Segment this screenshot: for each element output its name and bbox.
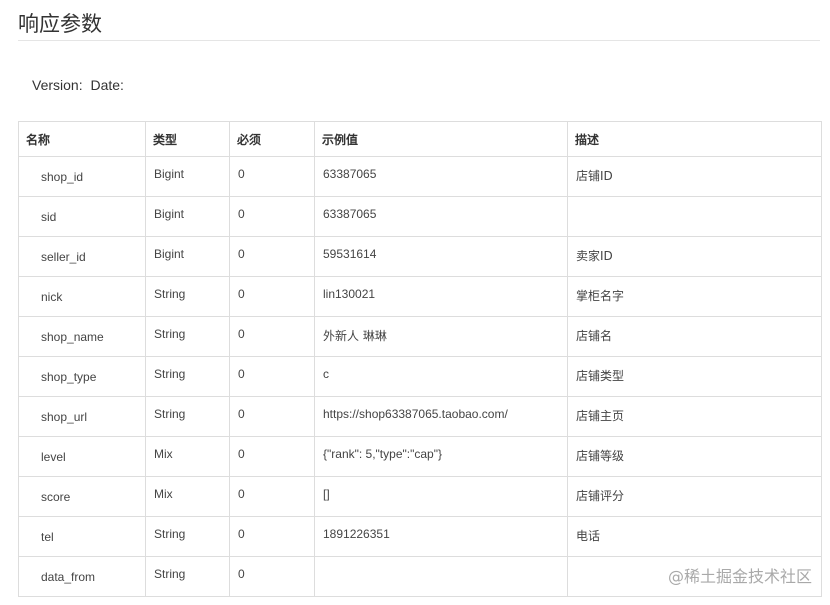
- table-row: shop_id Bigint 0 63387065 店铺ID: [18, 156, 822, 197]
- cell-description: 店铺主页: [567, 396, 822, 437]
- cell-example: 1891226351: [314, 516, 568, 557]
- cell-description: 卖家ID: [567, 236, 822, 277]
- cell-type: Mix: [145, 436, 230, 477]
- cell-example: 59531614: [314, 236, 568, 277]
- cell-example: lin130021: [314, 276, 568, 317]
- watermark: @稀土掘金技术社区: [665, 563, 814, 587]
- cell-name: shop_name: [18, 316, 146, 357]
- cell-example: []: [314, 476, 568, 517]
- cell-description: 掌柜名字: [567, 276, 822, 317]
- cell-description: 电话: [567, 516, 822, 557]
- table-row: sid Bigint 0 63387065: [18, 196, 822, 237]
- cell-type: String: [145, 276, 230, 317]
- cell-name: nick: [18, 276, 146, 317]
- header-example: 示例值: [314, 121, 568, 157]
- cell-description: 店铺ID: [567, 156, 822, 197]
- table-row: tel String 0 1891226351 电话: [18, 516, 822, 557]
- cell-type: String: [145, 316, 230, 357]
- table-row: level Mix 0 {"rank": 5,"type":"cap"} 店铺等级: [18, 436, 822, 477]
- version-label: Version:: [32, 77, 83, 93]
- table-row: nick String 0 lin130021 掌柜名字: [18, 276, 822, 317]
- cell-example: 63387065: [314, 156, 568, 197]
- cell-required: 0: [229, 196, 315, 237]
- table-row: shop_url String 0 https://shop63387065.taob…: [18, 396, 822, 437]
- cell-example: 63387065: [314, 196, 568, 237]
- cell-description: 店铺类型: [567, 356, 822, 397]
- cell-example: [314, 556, 568, 597]
- cell-name: shop_type: [18, 356, 146, 397]
- cell-required: 0: [229, 356, 315, 397]
- header-name: 名称: [18, 121, 146, 157]
- table-row: score Mix 0[] 店铺评分: [18, 476, 822, 517]
- cell-name: tel: [18, 516, 146, 557]
- cell-required: 0: [229, 396, 315, 437]
- cell-required: 0: [229, 316, 315, 357]
- header-description: 描述: [567, 121, 822, 157]
- table-row: shop_type String 0 c 店铺类型: [18, 356, 822, 397]
- cell-name: seller_id: [18, 236, 146, 277]
- version-info: Version: Date:: [32, 77, 124, 93]
- cell-example: c: [314, 356, 568, 397]
- cell-type: Bigint: [145, 156, 230, 197]
- cell-type: Bigint: [145, 196, 230, 237]
- title-divider: [18, 40, 820, 41]
- cell-example: 外新人 琳琳: [314, 316, 568, 357]
- cell-required: 0: [229, 476, 315, 517]
- cell-required: 0: [229, 236, 315, 277]
- header-required: 必须: [229, 121, 315, 157]
- cell-required: 0: [229, 276, 315, 317]
- cell-description: 店铺名: [567, 316, 822, 357]
- cell-name: level: [18, 436, 146, 477]
- cell-type: String: [145, 556, 230, 597]
- cell-description: 店铺评分: [567, 476, 822, 517]
- cell-example: {"rank": 5,"type":"cap"}: [314, 436, 568, 477]
- header-type: 类型: [145, 121, 230, 157]
- cell-name: sid: [18, 196, 146, 237]
- cell-type: String: [145, 396, 230, 437]
- date-label: Date:: [90, 77, 124, 93]
- cell-description: [567, 196, 822, 237]
- cell-required: 0: [229, 516, 315, 557]
- cell-name: shop_url: [18, 396, 146, 437]
- cell-name: score: [18, 476, 146, 517]
- table-row: shop_name String 0 外新人 琳琳 店铺名: [18, 316, 822, 357]
- cell-required: 0: [229, 556, 315, 597]
- response-params-table: 名称 类型 必须 示例值 描述 shop_id Bigint 0 63387065 店铺…: [18, 121, 822, 597]
- cell-type: Mix: [145, 476, 230, 517]
- page-title: 响应参数: [18, 12, 102, 36]
- table-header-row: 名称 类型 必须 示例值 描述: [18, 121, 822, 157]
- cell-description: 店铺等级: [567, 436, 822, 477]
- cell-type: String: [145, 516, 230, 557]
- cell-required: 0: [229, 436, 315, 477]
- cell-required: 0: [229, 156, 315, 197]
- table-row: seller_id Bigint 0 59531614 卖家ID: [18, 236, 822, 277]
- cell-name: data_from: [18, 556, 146, 597]
- cell-type: String: [145, 356, 230, 397]
- cell-type: Bigint: [145, 236, 230, 277]
- cell-name: shop_id: [18, 156, 146, 197]
- cell-example: https://shop63387065.taobao.com/: [314, 396, 568, 437]
